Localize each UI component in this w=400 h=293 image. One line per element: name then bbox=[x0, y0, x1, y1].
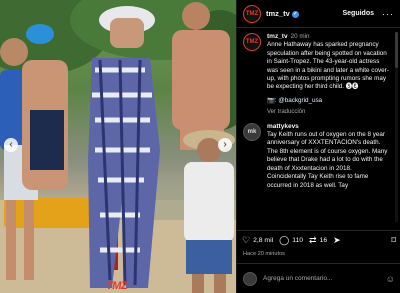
tmz-watermark: TMZ bbox=[106, 280, 128, 292]
comment-time: 20 min bbox=[290, 33, 310, 40]
comment-count: 110 bbox=[292, 237, 304, 244]
comment-body: tmz_tv 20 min Anne Hathaway has sparked p… bbox=[267, 33, 389, 117]
following-button[interactable]: Seguidos bbox=[342, 10, 374, 17]
like-button[interactable]: ♡ 2,8 mil bbox=[242, 236, 273, 245]
repost-button[interactable]: ⇄ 16 bbox=[309, 236, 327, 245]
next-photo-button[interactable]: › bbox=[218, 138, 232, 152]
scrollbar-thumb[interactable] bbox=[395, 32, 398, 68]
comment-text: Anne Hathaway has sparked pregnancy spec… bbox=[267, 41, 389, 91]
post-details-panel: TMZ tmz_tv ✓ Seguidos ··· TMZ tmz_tv 20 mi… bbox=[236, 0, 400, 293]
comment-avatar[interactable]: TMZ bbox=[243, 33, 261, 51]
emoji-icon[interactable]: ☺ bbox=[386, 274, 395, 284]
verified-badge-icon: ✓ bbox=[291, 10, 299, 18]
poster-avatar[interactable]: TMZ bbox=[243, 4, 261, 23]
send-button[interactable]: ➤ bbox=[333, 236, 344, 245]
add-comment-bar: ☺ bbox=[237, 263, 400, 293]
action-bar: ♡ 2,8 mil ◯ 110 ⇄ 16 ➤ ⌑ bbox=[237, 230, 400, 250]
previous-photo-button[interactable]: ‹ bbox=[4, 138, 18, 152]
send-icon: ➤ bbox=[333, 235, 341, 245]
comment-bubble-icon: ◯ bbox=[279, 235, 290, 245]
comments-scrollbar[interactable] bbox=[395, 32, 398, 222]
heart-icon: ♡ bbox=[242, 235, 251, 245]
repost-count: 16 bbox=[319, 237, 328, 244]
more-options-icon[interactable]: ··· bbox=[382, 9, 394, 19]
like-count: 2,8 mil bbox=[253, 237, 274, 244]
comment-input[interactable] bbox=[263, 275, 386, 282]
poster-username-text[interactable]: tmz_tv bbox=[266, 9, 290, 18]
photo-credit: 📷: @backgrid_usa bbox=[267, 97, 389, 105]
repost-icon: ⇄ bbox=[309, 235, 317, 245]
comment-text: Tay Keith runs out of oxygen on the 8 ye… bbox=[267, 131, 388, 189]
post-header: TMZ tmz_tv ✓ Seguidos ··· bbox=[237, 0, 400, 28]
current-user-avatar bbox=[243, 271, 257, 286]
post-timestamp: Hace 20 minutos bbox=[243, 251, 285, 257]
comment-button[interactable]: ◯ 110 bbox=[279, 236, 303, 245]
caption-comment: TMZ tmz_tv 20 min Anne Hathaway has spark… bbox=[243, 33, 389, 117]
photo-scene bbox=[0, 0, 236, 293]
bookmark-icon[interactable]: ⌑ bbox=[391, 235, 396, 246]
comment-body: mattykevs Tay Keith runs out of oxygen o… bbox=[267, 123, 389, 190]
post-photo[interactable]: ‹ › TMZ bbox=[0, 0, 236, 293]
comment-author[interactable]: tmz_tv bbox=[267, 33, 288, 40]
photo-credit-mention[interactable]: 📷: @backgrid_usa bbox=[267, 97, 322, 104]
see-translation-link[interactable]: Ver traducción bbox=[267, 108, 389, 116]
comments-list[interactable]: TMZ tmz_tv 20 min Anne Hathaway has spark… bbox=[237, 29, 395, 229]
comment-author[interactable]: mattykevs bbox=[267, 123, 299, 130]
comment-avatar[interactable]: mk bbox=[243, 122, 261, 141]
poster-username[interactable]: tmz_tv ✓ bbox=[266, 9, 299, 18]
list-item-comment: mk mattykevs Tay Keith runs out of oxyge… bbox=[243, 122, 389, 190]
